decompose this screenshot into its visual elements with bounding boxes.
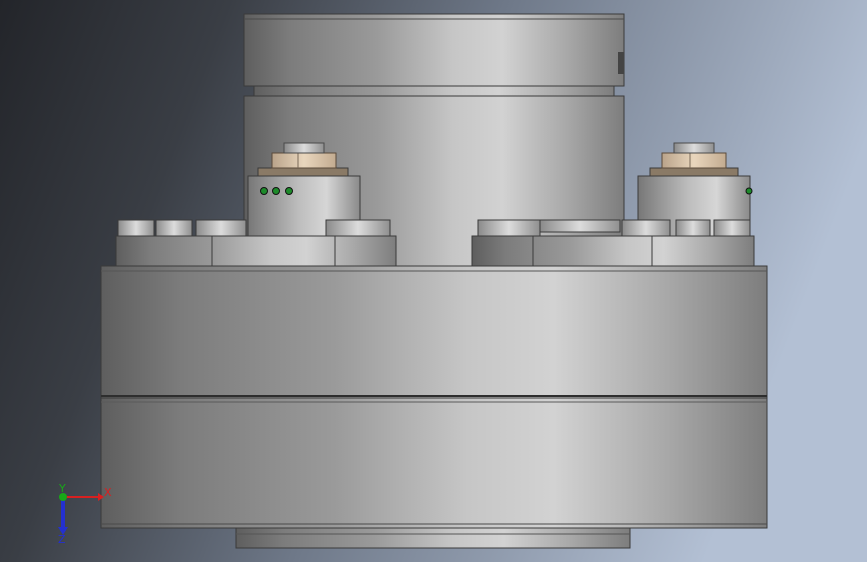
indicator-hole-2 <box>272 187 280 195</box>
x-axis-label: X <box>104 486 112 499</box>
base-ring[interactable] <box>235 527 631 549</box>
cad-model-viewport[interactable]: X Y Z <box>0 0 867 562</box>
z-axis-label: Z <box>58 533 66 546</box>
y-axis-label: Y <box>58 482 66 495</box>
indicator-hole-1 <box>260 187 268 195</box>
top-cap[interactable] <box>243 13 625 97</box>
indicator-hole-4 <box>745 187 753 195</box>
indicator-hole-3 <box>285 187 293 195</box>
main-body[interactable] <box>100 265 768 529</box>
